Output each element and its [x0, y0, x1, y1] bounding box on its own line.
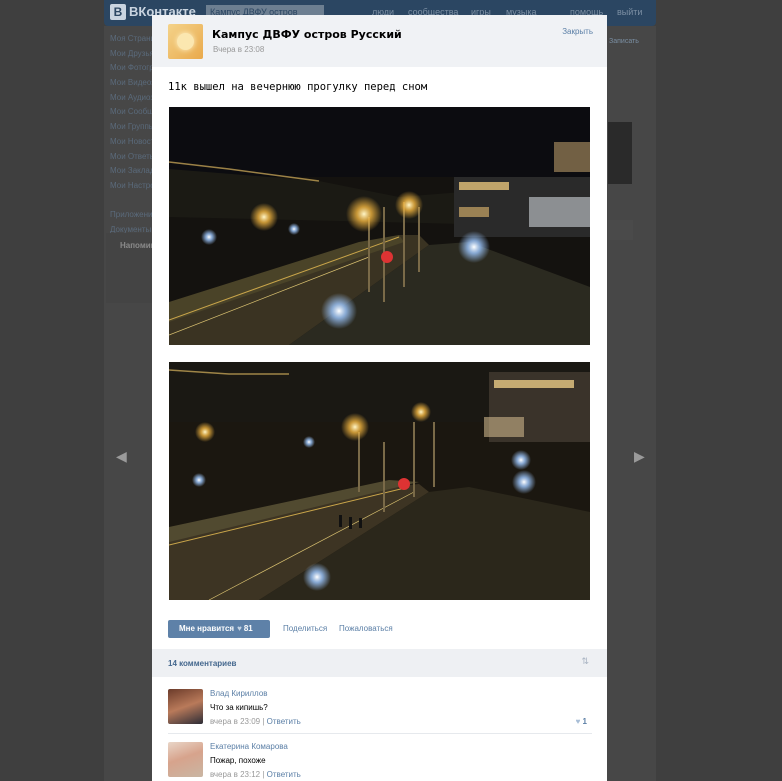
like-label: Мне нравится [179, 624, 235, 633]
sidebar-item[interactable]: Мои Видеозаписи [110, 76, 152, 91]
comment-time[interactable]: вчера в 23:12 [210, 770, 260, 779]
sidebar-item[interactable]: Мои Сообщения [110, 105, 152, 120]
close-button[interactable]: Закрыть [562, 27, 593, 36]
sun-icon [177, 33, 194, 50]
heart-icon: ♥ [237, 624, 242, 633]
sort-icon[interactable]: ⇅ [581, 657, 589, 667]
post-time[interactable]: Вчера в 23:08 [213, 45, 264, 54]
sidebar-item[interactable]: Приложения [110, 208, 152, 223]
post-header: Кампус ДВФУ остров Русский Вчера в 23:08… [152, 15, 607, 67]
group-avatar[interactable] [168, 24, 203, 59]
arrow-right-icon[interactable]: ▶ [634, 449, 645, 465]
like-button[interactable]: Мне нравится ♥ 81 [168, 620, 270, 638]
sidebar-item[interactable]: Мои Друзья [110, 47, 152, 62]
sidebar-item[interactable]: Мои Аудиозаписи [110, 91, 152, 106]
comments-header: 14 комментариев ⇅ [152, 649, 607, 677]
comment-meta: вчера в 23:12 | Ответить [210, 770, 301, 779]
sidebar-item[interactable]: Мои Закладки [110, 164, 152, 179]
comment-like-button[interactable]: ♥ 1 [576, 717, 587, 726]
comment-author[interactable]: Влад Кириллов [210, 689, 268, 698]
comment-like-count: 1 [582, 717, 587, 726]
report-link[interactable]: Пожаловаться [339, 624, 393, 633]
sidebar-item[interactable]: Мои Группы [110, 120, 152, 135]
post-photo-1[interactable] [169, 107, 590, 345]
comment-meta: вчера в 23:09 | Ответить [210, 717, 301, 726]
arrow-left-icon[interactable]: ◀ [116, 449, 127, 465]
like-count: 81 [243, 624, 253, 633]
comment-text: Что за кипишь? [210, 703, 268, 712]
share-link[interactable]: Поделиться [283, 624, 327, 633]
avatar[interactable] [168, 689, 203, 724]
sidebar-item[interactable]: Мои Новости [110, 135, 152, 150]
post-text: 11к вышел на вечернюю прогулку перед сно… [168, 81, 428, 93]
comment-author[interactable]: Екатерина Комарова [210, 742, 288, 751]
reply-link[interactable]: Ответить [267, 770, 301, 779]
divider [168, 733, 592, 734]
background-thumbnail [608, 122, 632, 184]
sidebar-item[interactable]: Мои Ответы [110, 150, 152, 165]
background-sidebar: Моя Страница Мои Друзья Мои Фотографии М… [110, 32, 152, 238]
sidebar-item[interactable]: Мои Фотографии [110, 61, 152, 76]
group-name[interactable]: Кампус ДВФУ остров Русский [212, 28, 402, 41]
reply-link[interactable]: Ответить [267, 717, 301, 726]
vk-logo-icon: В [110, 4, 126, 20]
post-photo-2[interactable] [169, 362, 590, 600]
heart-icon: ♥ [575, 717, 581, 726]
comments-count[interactable]: 14 комментариев [168, 659, 236, 668]
sidebar-item[interactable]: Мои Настройки [110, 179, 152, 194]
background-bar [607, 220, 633, 240]
sidebar-item[interactable]: Моя Страница [110, 32, 152, 47]
comment-text: Пожар, похоже [210, 756, 266, 765]
background-reminder: Напоминание [106, 233, 174, 303]
topnav-logout[interactable]: выйти [617, 7, 642, 17]
avatar[interactable] [168, 742, 203, 777]
comment-time[interactable]: вчера в 23:09 [210, 717, 260, 726]
background-record-button[interactable]: Записать [607, 34, 643, 50]
post-modal: Кампус ДВФУ остров Русский Вчера в 23:08… [152, 15, 607, 781]
